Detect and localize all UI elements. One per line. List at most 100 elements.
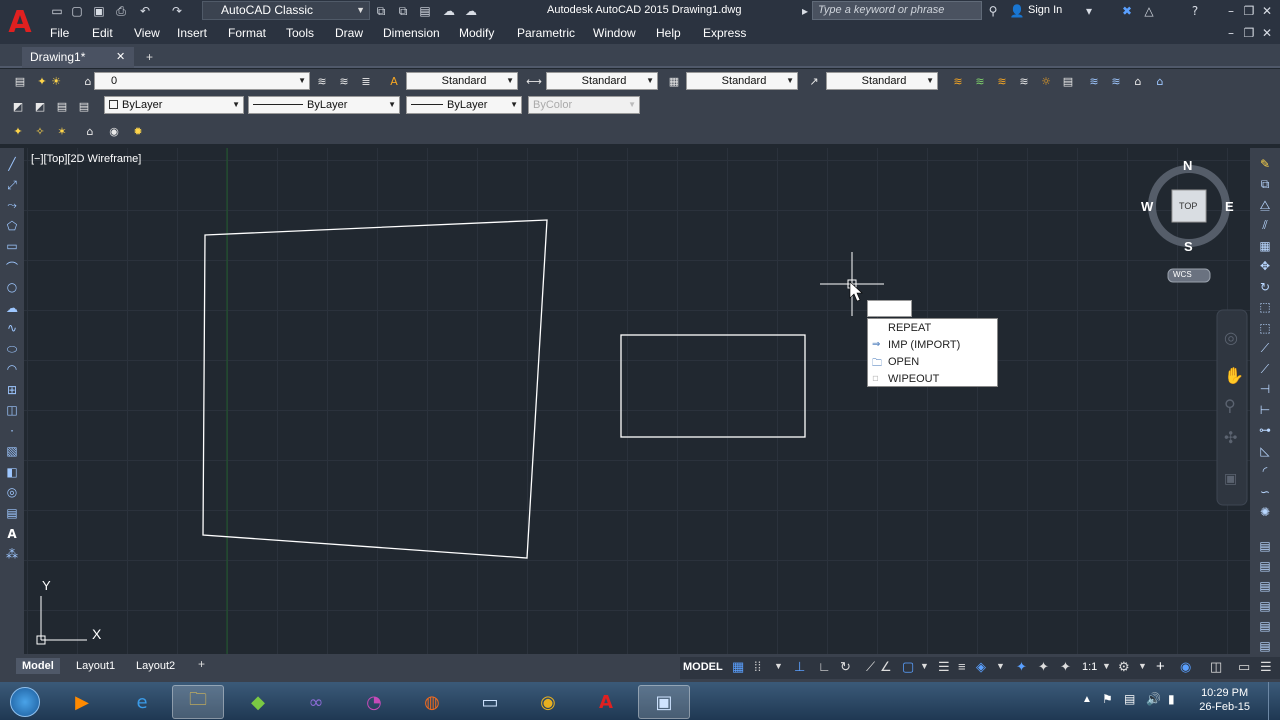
close-icon[interactable]: ✕ (1258, 3, 1276, 19)
copy-tool-icon[interactable]: ⧉ (1257, 176, 1273, 192)
save-icon[interactable]: ▣ (90, 3, 108, 19)
rectangle-icon[interactable]: ▭ (4, 238, 20, 254)
transparency-icon[interactable]: ≡ (958, 659, 966, 674)
menu-dimension[interactable]: Dimension (383, 26, 440, 40)
cycling-dropdown-icon[interactable]: ▼ (996, 661, 1005, 671)
cloud-sync-icon[interactable]: ☁ (462, 3, 480, 19)
design-center-icon[interactable]: ▤ (1257, 598, 1273, 614)
linetype-dropdown[interactable]: ByLayer ▼ (248, 96, 400, 114)
document-icon[interactable]: ▤ (416, 3, 434, 19)
blend-curves-icon[interactable]: ∽ (1257, 484, 1273, 500)
layer-previous-2-icon[interactable]: ▤ (54, 98, 70, 114)
help-icon[interactable]: ? (1186, 3, 1204, 19)
multileader-style-icon[interactable]: ↗ (806, 73, 822, 89)
region-icon[interactable]: ◎ (4, 484, 20, 500)
compass-north[interactable]: N (1183, 158, 1192, 173)
circle-icon[interactable]: ○ (4, 279, 20, 295)
move-icon[interactable]: ✥ (1257, 258, 1273, 274)
application-menu-button[interactable]: A (0, 0, 40, 44)
object-snap-icon[interactable]: ▢ (902, 659, 914, 675)
binoculars-icon[interactable]: ⚲ (984, 3, 1002, 19)
isodraft-icon[interactable]: ⟋ (866, 659, 875, 675)
fillet-icon[interactable]: ◜ (1257, 463, 1273, 479)
showmotion-icon[interactable]: ▣ (1224, 470, 1237, 487)
annotation-monitor-icon[interactable]: + (1156, 658, 1165, 675)
hatch-icon[interactable]: ▧ (4, 443, 20, 459)
annotation-scale-icon[interactable]: ✦ (1060, 659, 1071, 675)
scale-dropdown-icon[interactable]: ▼ (1102, 661, 1111, 671)
match-properties-icon[interactable]: ◩ (10, 98, 26, 114)
media-player-icon[interactable]: ▶ (56, 685, 108, 719)
tool-palette-icon[interactable]: ▤ (1257, 578, 1273, 594)
trim-icon[interactable]: ⟋ (1257, 340, 1273, 356)
add-layout-icon[interactable]: + (198, 657, 205, 671)
menu-modify[interactable]: Modify (459, 26, 494, 40)
print-icon[interactable]: ⎙ (112, 3, 130, 19)
dynamic-input-field[interactable] (867, 300, 912, 317)
menu-help[interactable]: Help (656, 26, 681, 40)
make-current-icon[interactable]: ≣ (358, 73, 374, 89)
light-list-icon[interactable]: ⌂ (82, 123, 98, 139)
workspace-dropdown-icon[interactable]: ▼ (1138, 661, 1147, 671)
layer-states-icon[interactable]: ▤ (76, 98, 92, 114)
annotation-scale-value[interactable]: 1:1 (1082, 661, 1097, 673)
internet-explorer-icon[interactable]: e (116, 685, 168, 719)
menu-parametric[interactable]: Parametric (517, 26, 575, 40)
grid-icon[interactable]: ▦ (732, 659, 744, 675)
menu-item-repeat[interactable]: REPEAT (888, 322, 931, 334)
text-style-icon[interactable]: A (386, 73, 402, 89)
layer-merge-icon[interactable]: ⌂ (1152, 73, 1168, 89)
gradient-icon[interactable]: ◧ (4, 464, 20, 480)
menu-draw[interactable]: Draw (335, 26, 363, 40)
rotate-icon[interactable]: ↻ (1257, 279, 1273, 295)
layer-lock-icon[interactable]: ▤ (1060, 73, 1076, 89)
compass-east[interactable]: E (1225, 199, 1234, 214)
menu-window[interactable]: Window (593, 26, 636, 40)
chamfer-icon[interactable]: ◺ (1257, 443, 1273, 459)
tab-model[interactable]: Model (16, 658, 60, 674)
color-dropdown[interactable]: ByLayer ▼ (104, 96, 244, 114)
battery-icon[interactable]: ▮ (1168, 692, 1175, 706)
point-icon[interactable]: ⋅ (4, 423, 20, 439)
alert-icon[interactable]: △ (1140, 3, 1158, 19)
steering-wheel-icon[interactable]: ◎ (1224, 328, 1238, 348)
break-icon[interactable]: ⊢ (1257, 402, 1273, 418)
join-icon[interactable]: ⊶ (1257, 422, 1273, 438)
dimension-style-icon[interactable]: ⟷ (526, 73, 542, 89)
isolate-objects-icon[interactable]: ◉ (1180, 659, 1191, 675)
new-tab-icon[interactable]: + (146, 50, 153, 64)
polyline-icon[interactable]: ⤳ (4, 197, 20, 213)
workspace-switch-icon[interactable]: ⚙ (1118, 659, 1130, 675)
layer-state-icon[interactable]: ≋ (336, 73, 352, 89)
infer-constraints-icon[interactable]: ⊥ (794, 659, 805, 675)
multiline-text-icon[interactable]: A (4, 526, 20, 542)
close-tab-icon[interactable]: ✕ (116, 50, 125, 63)
start-button[interactable] (0, 685, 50, 719)
snap-icon[interactable]: ⁞⁞ (754, 659, 761, 674)
add-selected-icon[interactable]: ⁂ (4, 546, 20, 562)
tab-layout2[interactable]: Layout2 (130, 658, 181, 674)
web-light-icon[interactable]: ✶ (54, 123, 70, 139)
lineweight-icon[interactable]: ☰ (938, 659, 950, 675)
remote-desktop-icon[interactable]: ▭ (464, 685, 516, 719)
doc-minimize-icon[interactable]: – (1222, 25, 1240, 41)
undo-icon[interactable]: ↶ (136, 3, 154, 19)
video-editor-icon[interactable]: ◔ (348, 685, 400, 719)
recorder-icon[interactable]: ▣ (638, 685, 690, 719)
clean-screen-icon[interactable]: ▭ (1238, 659, 1250, 675)
layer-dropdown[interactable]: 0 ▼ (94, 72, 310, 90)
text-style-dropdown[interactable]: Standard ▼ (406, 72, 518, 90)
multileader-style-dropdown[interactable]: Standard ▼ (826, 72, 938, 90)
explode-icon[interactable]: ✺ (1257, 504, 1273, 520)
drawing-canvas[interactable]: [−][Top][2D Wireframe] Y X N S E W TOP W… (24, 148, 1250, 654)
workspace-selector[interactable]: AutoCAD Classic ▼ (202, 1, 370, 20)
dimension-style-dropdown[interactable]: Standard ▼ (546, 72, 658, 90)
user-icon[interactable]: 👤 (1008, 3, 1026, 19)
menu-edit[interactable]: Edit (92, 26, 113, 40)
ellipse-icon[interactable]: ⬭ (4, 341, 20, 357)
tab-layout1[interactable]: Layout1 (70, 658, 121, 674)
polar-tracking-icon[interactable]: ↻ (840, 659, 851, 675)
menu-format[interactable]: Format (228, 26, 266, 40)
snap-dropdown-icon[interactable]: ▼ (774, 661, 783, 671)
ortho-icon[interactable]: ∟ (818, 659, 831, 674)
